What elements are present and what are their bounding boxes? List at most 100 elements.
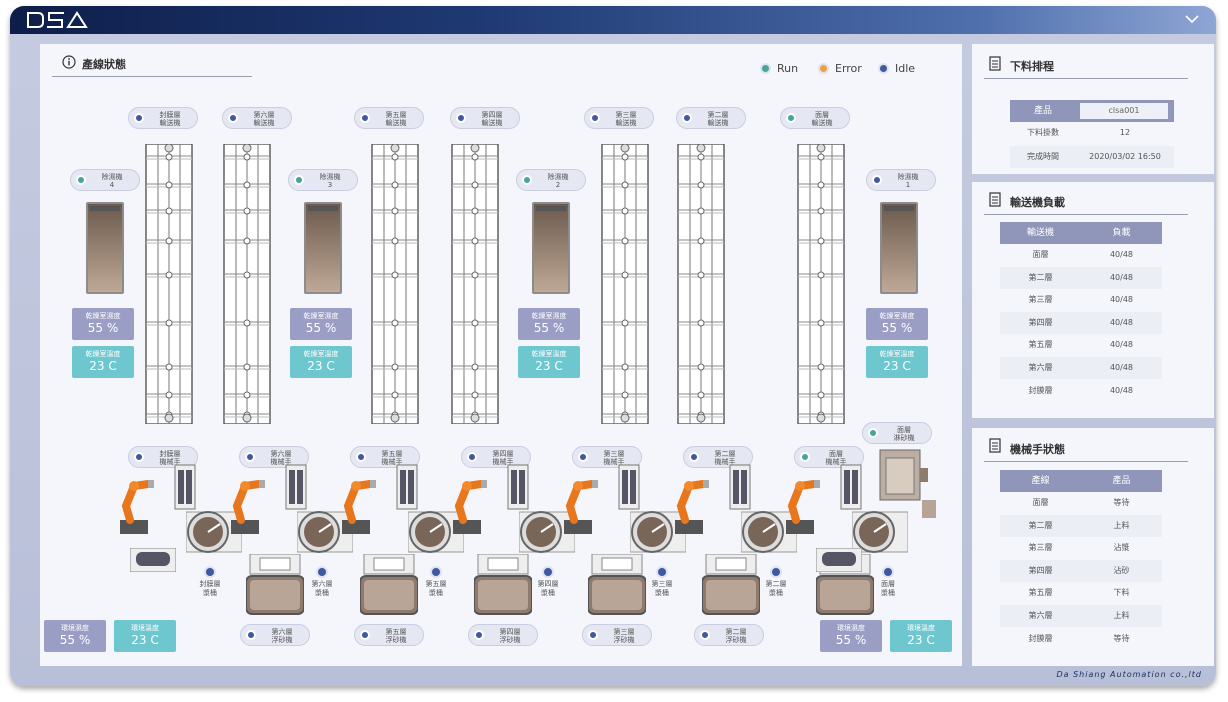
product-value[interactable]: clsa001 xyxy=(1080,103,1168,119)
dryer-unit xyxy=(86,202,124,294)
table-row-value: 等待 xyxy=(1113,633,1130,643)
tank-label: 第二層 漿桶 xyxy=(765,580,787,597)
float-sander-status-pill[interactable]: 第六層 浮砂機 xyxy=(240,624,310,646)
rack-icon xyxy=(396,464,418,510)
dryer-status-pill[interactable]: 除濕機 2 xyxy=(516,169,586,191)
table-row-name: 面層 xyxy=(1032,498,1049,507)
status-dot xyxy=(590,113,600,123)
conveyor-stand-icon xyxy=(816,548,862,572)
status-dot xyxy=(360,113,370,123)
table-row-name: 封膜層 xyxy=(1028,633,1053,643)
tank-label: 第四層 漿桶 xyxy=(537,580,559,597)
tank-status-dot[interactable] xyxy=(316,566,328,578)
status-dot xyxy=(868,428,878,438)
product-label: 產品 xyxy=(1010,100,1076,122)
legend-item-error: Error xyxy=(818,62,862,75)
table-row-name: 第四層 xyxy=(1000,559,1081,582)
document-icon xyxy=(989,192,1001,207)
table-row-name: 第五層 xyxy=(1028,340,1053,350)
environment-temperature: 環境溫度 23 C xyxy=(890,620,952,652)
conveyor-status-pill[interactable]: 第二層 輸送機 xyxy=(676,107,746,129)
temperature-label: 環境溫度 xyxy=(907,624,935,632)
table-row-name: 封膜層 xyxy=(1028,385,1053,395)
pill-label: 除濕機 2 xyxy=(547,173,569,189)
status-dot xyxy=(578,452,588,462)
sander-status-pill[interactable]: 面層 淋砂機 xyxy=(862,422,932,444)
conveyor-rack xyxy=(223,144,271,424)
dryer-unit xyxy=(880,202,918,294)
conveyor-status-pill[interactable]: 第三層 輸送機 xyxy=(584,107,654,129)
float-sander-status-pill[interactable]: 第三層 浮砂機 xyxy=(582,624,652,646)
humidity-label: 乾燥室濕度 xyxy=(303,312,339,320)
dsa-logo xyxy=(27,11,88,28)
sander-machine-icon xyxy=(879,449,936,518)
table-header: 產品 xyxy=(1081,470,1162,492)
pill-label: 第三層 浮砂機 xyxy=(613,628,635,644)
tank-status-dot[interactable] xyxy=(656,566,668,578)
tank-status-dot[interactable] xyxy=(770,566,782,578)
status-dot xyxy=(700,630,710,640)
tank-status-dot[interactable] xyxy=(204,566,216,578)
schedule-title: 下料排程 xyxy=(1010,60,1054,73)
tank-label: 第六層 漿桶 xyxy=(311,580,333,597)
table-header: 產線 xyxy=(1000,470,1081,492)
conveyor-status-pill[interactable]: 第四層 輸送機 xyxy=(450,107,520,129)
conveyor-rack xyxy=(601,144,649,424)
conveyor-status-pill[interactable]: 第五層 輸送機 xyxy=(354,107,424,129)
document-icon xyxy=(989,438,1001,453)
humidity-value: 55 % xyxy=(881,321,913,335)
table-row-value: 下料 xyxy=(1113,588,1130,598)
schedule-panel: 下料排程 產品 clsa001 下料掛數 12 完成時間 2020/03/02 … xyxy=(972,44,1214,174)
status-dot xyxy=(245,452,255,462)
conveyor-status-pill[interactable]: 第六層 輸送機 xyxy=(222,107,292,129)
float-sander-status-pill[interactable]: 第二層 浮砂機 xyxy=(694,624,764,646)
chevron-down-icon[interactable] xyxy=(1184,12,1200,26)
table-row-name: 第二層 xyxy=(1000,514,1081,537)
status-dot xyxy=(467,452,477,462)
dryer-status-pill[interactable]: 除濕機 4 xyxy=(70,169,140,191)
status-dot xyxy=(760,63,771,74)
float-sander-status-pill[interactable]: 第五層 浮砂機 xyxy=(354,624,424,646)
temperature-label: 乾燥室溫度 xyxy=(85,350,121,358)
conveyor-status-pill[interactable]: 封膜層 輸送機 xyxy=(128,107,198,129)
table-row-value: 沾漿 xyxy=(1113,543,1130,553)
status-dot xyxy=(682,113,692,123)
table-row-value: 上料 xyxy=(1081,514,1162,537)
status-dot xyxy=(786,113,796,123)
status-dot xyxy=(689,452,699,462)
tank-status-dot[interactable] xyxy=(542,566,554,578)
robot-arm-icon xyxy=(342,480,376,534)
divider xyxy=(984,461,1188,462)
temperature-value: 23 C xyxy=(535,359,563,373)
float-sander-status-pill[interactable]: 第四層 浮砂機 xyxy=(468,624,538,646)
pill-label: 封膜層 輸送機 xyxy=(159,111,181,127)
pill-label: 第六層 浮砂機 xyxy=(271,628,293,644)
dryer-status-pill[interactable]: 除濕機 1 xyxy=(866,169,936,191)
table-row-name: 面層 xyxy=(1032,250,1049,259)
pill-label: 除濕機 3 xyxy=(319,173,341,189)
conveyor-rack xyxy=(371,144,419,424)
conveyor-rack xyxy=(797,144,845,424)
sand-float-tank-icon xyxy=(474,554,532,615)
rack-icon xyxy=(618,464,640,510)
tank-status-dot[interactable] xyxy=(430,566,442,578)
dryer-temperature: 乾燥室溫度 23 C xyxy=(518,346,580,378)
divider xyxy=(984,78,1188,79)
sand-float-tank-icon xyxy=(246,554,304,615)
status-dot xyxy=(294,175,304,185)
tank-status-dot[interactable] xyxy=(882,566,894,578)
dryer-status-pill[interactable]: 除濕機 3 xyxy=(288,169,358,191)
title-bar xyxy=(10,6,1216,34)
temperature-value: 23 C xyxy=(307,359,335,373)
robot-arm-icon xyxy=(675,480,709,534)
robot-status-title: 機械手狀態 xyxy=(1010,443,1065,456)
table-row-name: 第四層 xyxy=(1000,311,1081,334)
robot-arm-icon xyxy=(564,480,598,534)
robot-status-panel: 機械手狀態 產線 產品 面層 等待 第二層 上料 第三層 沾漿 第四層 沾砂 第五層 下料 第六層 上料封… xyxy=(972,428,1214,666)
rack-icon xyxy=(285,464,307,510)
done-label: 完成時間 xyxy=(1010,146,1076,168)
humidity-value: 55 % xyxy=(59,633,91,647)
rack-icon xyxy=(729,464,751,510)
pill-label: 第四層 輸送機 xyxy=(481,111,503,127)
conveyor-status-pill[interactable]: 面層 輸送機 xyxy=(780,107,850,129)
